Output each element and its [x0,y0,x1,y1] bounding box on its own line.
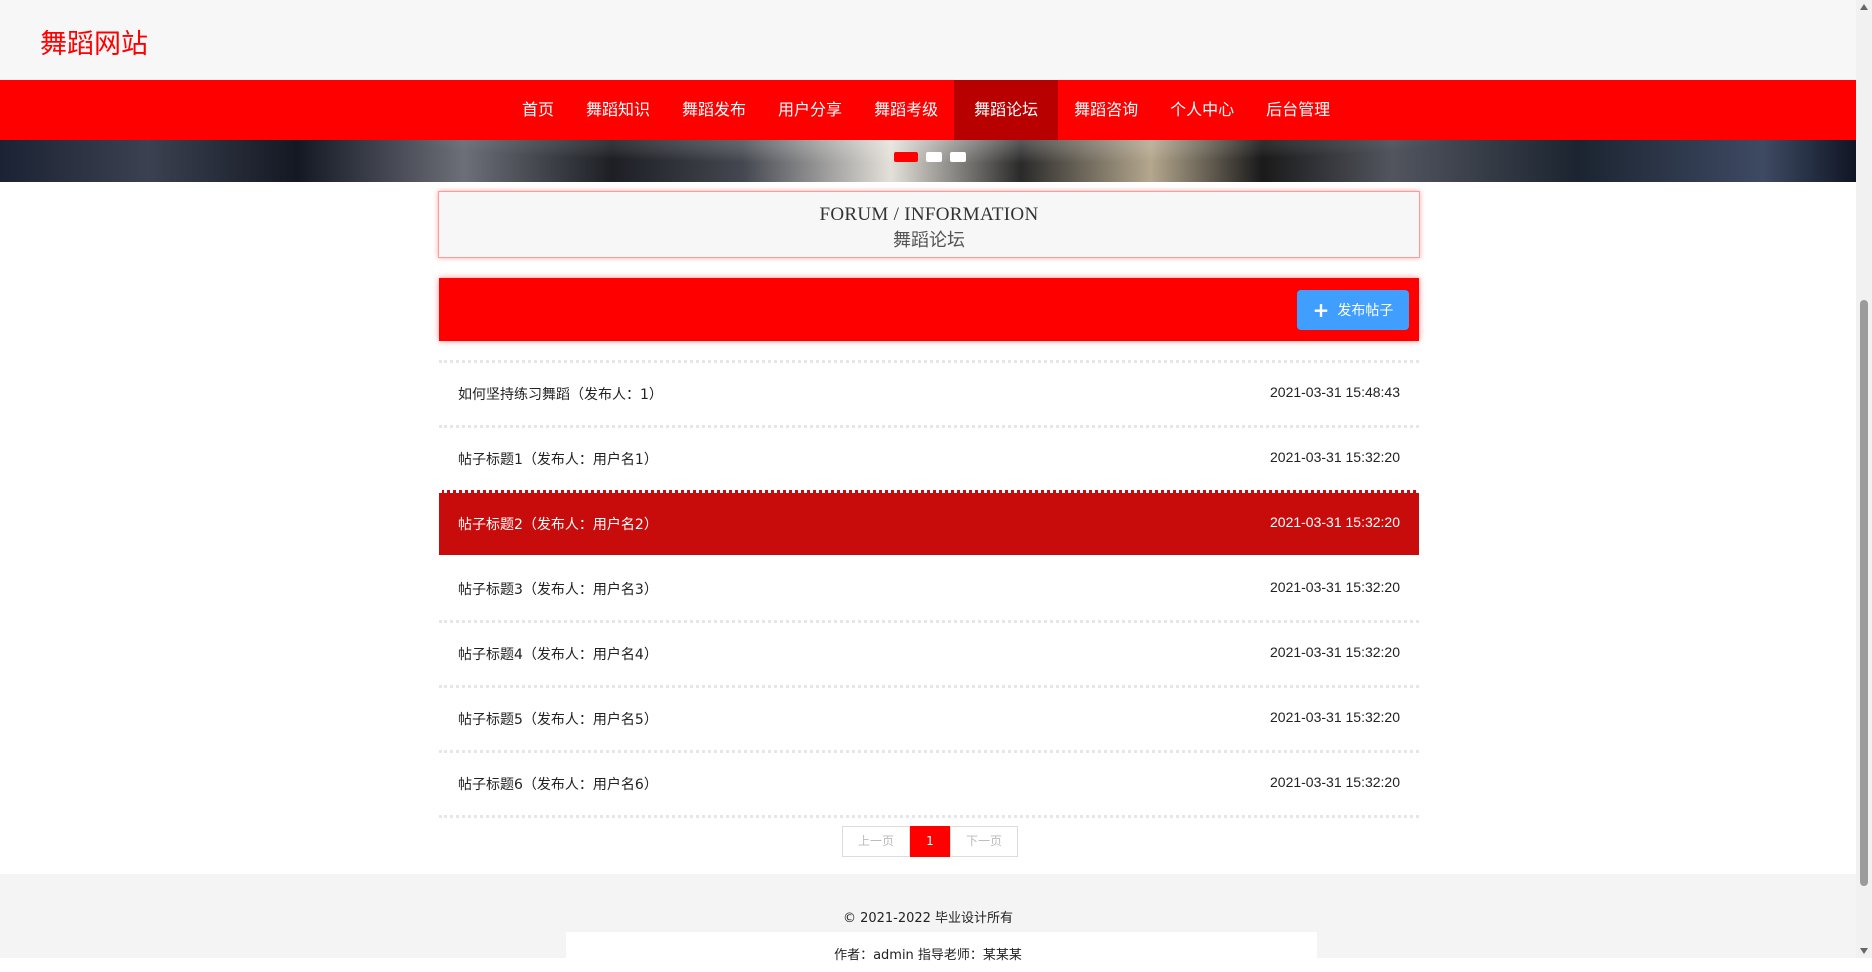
banner-carousel [0,140,1856,182]
nav-item-personal-center[interactable]: 个人中心 [1154,80,1250,140]
nav-item-user-share[interactable]: 用户分享 [762,80,858,140]
publish-post-button[interactable]: + 发布帖子 [1297,290,1409,330]
top-header: 舞蹈网站 [0,0,1856,80]
page-footer: © 2021-2022 毕业设计所有 作者：admin 指导老师：某某某 [0,874,1856,972]
carousel-dot-2[interactable] [926,152,942,162]
post-row-highlighted[interactable]: 帖子标题2（发布人：用户名2） 2021-03-31 15:32:20 [439,490,1419,555]
post-title[interactable]: 帖子标题1（发布人：用户名1） [458,449,658,469]
post-row[interactable]: 帖子标题5（发布人：用户名5） 2021-03-31 15:32:20 [439,685,1419,750]
post-title[interactable]: 帖子标题5（发布人：用户名5） [458,709,658,729]
scroll-up-arrow-icon[interactable] [1860,4,1868,10]
scrollbar-thumb[interactable] [1860,300,1868,886]
post-title[interactable]: 帖子标题2（发布人：用户名2） [458,514,658,534]
site-logo[interactable]: 舞蹈网站 [40,22,148,61]
carousel-dot-3[interactable] [950,152,966,162]
footer-copyright: © 2021-2022 毕业设计所有 [842,911,1014,926]
nav-item-dance-consult[interactable]: 舞蹈咨询 [1058,80,1154,140]
post-row[interactable]: 帖子标题6（发布人：用户名6） 2021-03-31 15:32:20 [439,750,1419,818]
scroll-down-arrow-icon[interactable] [1860,948,1868,954]
post-row[interactable]: 如何坚持练习舞蹈（发布人：1） 2021-03-31 15:48:43 [439,360,1419,425]
post-time: 2021-03-31 15:32:20 [1270,579,1400,595]
footer-author: 作者：admin 指导老师：某某某 [834,948,1022,963]
post-row[interactable]: 帖子标题1（发布人：用户名1） 2021-03-31 15:32:20 [439,425,1419,490]
post-title[interactable]: 帖子标题3（发布人：用户名3） [458,579,658,599]
forum-action-bar: + 发布帖子 [439,278,1419,341]
nav-item-admin[interactable]: 后台管理 [1250,80,1346,140]
carousel-dot-1[interactable] [894,152,918,162]
post-time: 2021-03-31 15:48:43 [1270,384,1400,400]
post-title[interactable]: 帖子标题4（发布人：用户名4） [458,644,658,664]
nav-item-dance-grading[interactable]: 舞蹈考级 [858,80,954,140]
forum-post-list: 如何坚持练习舞蹈（发布人：1） 2021-03-31 15:48:43 帖子标题… [439,360,1419,818]
post-row[interactable]: 帖子标题4（发布人：用户名4） 2021-03-31 15:32:20 [439,620,1419,685]
section-title-box: FORUM / INFORMATION 舞蹈论坛 [438,191,1420,258]
next-page-button[interactable]: 下一页 [950,826,1018,857]
nav-item-dance-forum[interactable]: 舞蹈论坛 [954,80,1059,140]
post-title[interactable]: 帖子标题6（发布人：用户名6） [458,774,658,794]
post-time: 2021-03-31 15:32:20 [1270,709,1400,725]
plus-icon: + [1312,298,1330,322]
section-title-en: FORUM / INFORMATION [819,204,1039,225]
main-navigation: 首页 舞蹈知识 舞蹈发布 用户分享 舞蹈考级 舞蹈论坛 舞蹈咨询 个人中心 后台… [0,80,1856,140]
post-time: 2021-03-31 15:32:20 [1270,644,1400,660]
post-time: 2021-03-31 15:32:20 [1270,514,1400,530]
publish-post-label: 发布帖子 [1337,303,1394,319]
nav-item-dance-publish[interactable]: 舞蹈发布 [666,80,762,140]
carousel-indicators [894,152,966,162]
nav-item-dance-knowledge[interactable]: 舞蹈知识 [570,80,666,140]
prev-page-button[interactable]: 上一页 [842,826,910,857]
pagination: 上一页 1 下一页 [842,826,1018,857]
post-time: 2021-03-31 15:32:20 [1270,449,1400,465]
section-title-cn: 舞蹈论坛 [893,230,965,251]
page-number-button[interactable]: 1 [910,826,950,857]
nav-item-home[interactable]: 首页 [506,80,570,140]
vertical-scrollbar[interactable] [1856,0,1872,958]
post-title[interactable]: 如何坚持练习舞蹈（发布人：1） [458,384,663,404]
post-row[interactable]: 帖子标题3（发布人：用户名3） 2021-03-31 15:32:20 [439,555,1419,620]
post-time: 2021-03-31 15:32:20 [1270,774,1400,790]
